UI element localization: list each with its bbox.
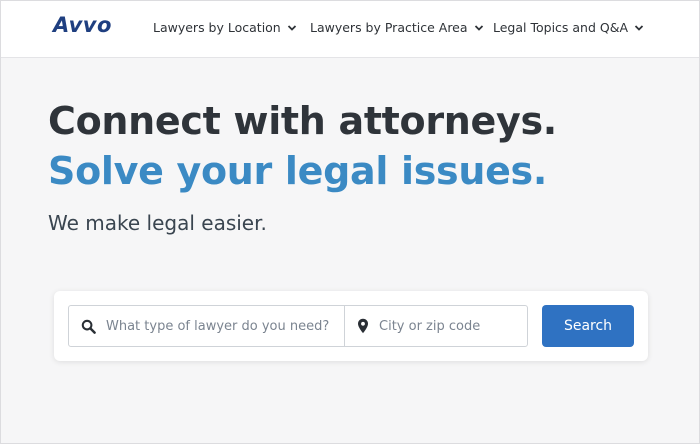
practice-area-field[interactable]	[68, 305, 345, 347]
nav-label: Lawyers by Location	[153, 20, 281, 35]
search-button[interactable]: Search	[542, 305, 634, 347]
map-pin-icon	[358, 318, 368, 334]
lawyer-search-form: Search	[54, 291, 648, 361]
search-icon	[81, 319, 96, 334]
practice-area-input[interactable]	[104, 317, 344, 335]
site-header: Avvo Lawyers by Location Lawyers by Prac…	[1, 1, 699, 58]
avvo-logo[interactable]: Avvo	[53, 13, 112, 37]
chevron-down-icon	[287, 24, 296, 31]
location-input[interactable]	[377, 317, 527, 335]
nav-label: Lawyers by Practice Area	[310, 20, 468, 35]
hero-headline: Connect with attorneys.	[48, 99, 557, 143]
chevron-down-icon	[474, 24, 483, 31]
browser-frame: Avvo Lawyers by Location Lawyers by Prac…	[0, 0, 700, 444]
nav-label: Legal Topics and Q&A	[493, 20, 629, 35]
nav-lawyers-by-practice-area[interactable]: Lawyers by Practice Area	[310, 20, 484, 35]
nav-legal-topics-qa[interactable]: Legal Topics and Q&A	[493, 20, 644, 35]
hero-headline-accent: Solve your legal issues.	[48, 149, 548, 193]
location-field[interactable]	[344, 305, 528, 347]
hero-subheadline: We make legal easier.	[48, 211, 267, 235]
nav-lawyers-by-location[interactable]: Lawyers by Location	[153, 20, 297, 35]
chevron-down-icon	[634, 24, 644, 31]
